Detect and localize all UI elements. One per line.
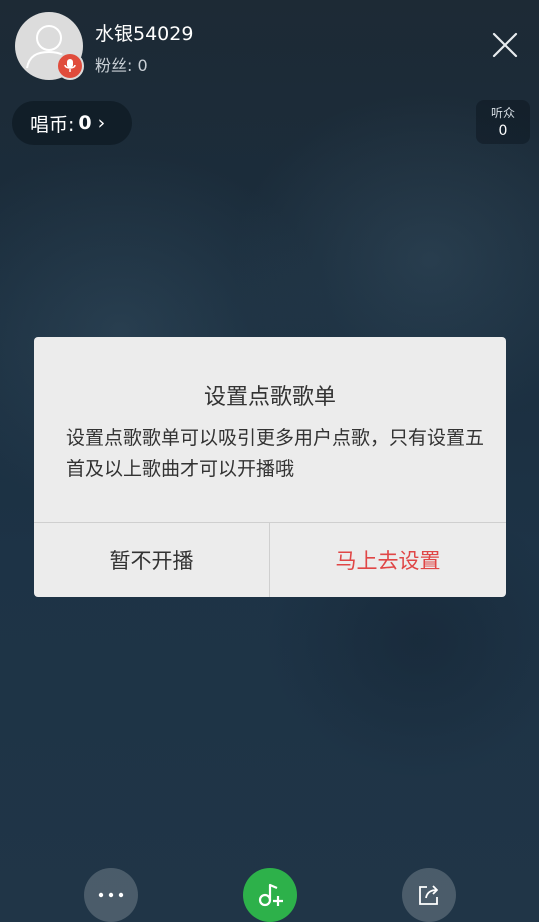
listeners-count[interactable]: 听众 0 bbox=[476, 100, 530, 144]
microphone-icon bbox=[56, 52, 84, 80]
close-icon[interactable] bbox=[490, 30, 520, 60]
share-icon[interactable] bbox=[402, 868, 456, 922]
username: 水银54029 bbox=[95, 23, 194, 45]
dialog-message: 设置点歌歌单可以吸引更多用户点歌，只有设置五首及以上歌曲才可以开播哦 bbox=[66, 427, 485, 480]
cancel-button[interactable]: 暂不开播 bbox=[34, 523, 269, 597]
listeners-label: 听众 bbox=[490, 106, 515, 120]
coins-button[interactable]: 唱币: 0 › bbox=[12, 101, 132, 145]
more-icon[interactable] bbox=[84, 868, 138, 922]
fans-count: 粉丝: 0 bbox=[95, 56, 148, 75]
chevron-right-icon: › bbox=[97, 112, 106, 134]
listeners-number: 0 bbox=[498, 123, 508, 139]
setup-playlist-dialog: 设置点歌歌单 设置点歌歌单可以吸引更多用户点歌，只有设置五首及以上歌曲才可以开播… bbox=[34, 337, 506, 597]
coins-value: 0 bbox=[78, 112, 92, 134]
coins-label: 唱币: bbox=[30, 113, 75, 136]
go-setup-button[interactable]: 马上去设置 bbox=[270, 523, 506, 597]
add-song-icon[interactable] bbox=[243, 868, 297, 922]
dialog-title: 设置点歌歌单 bbox=[203, 385, 336, 410]
